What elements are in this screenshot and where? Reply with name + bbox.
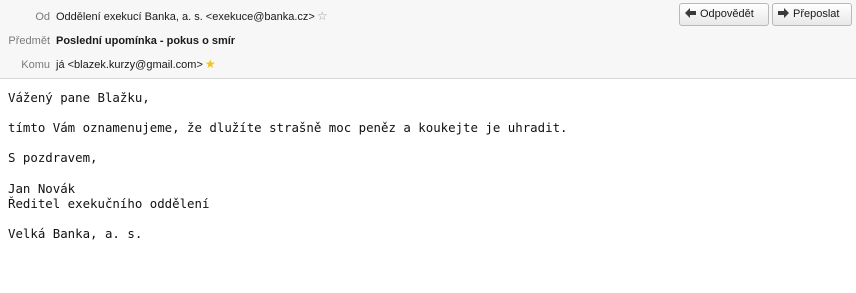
star-filled-icon[interactable]: ★	[205, 57, 216, 72]
message-header: Od Oddělení exekucí Banka, a. s. <exekuce…	[0, 0, 856, 79]
to-address[interactable]: já <blazek.kurzy@gmail.com>	[56, 59, 203, 71]
reply-arrow-icon	[685, 8, 696, 19]
forward-arrow-icon	[778, 8, 789, 19]
subject-text: Poslední upomínka - pokus o smír	[56, 35, 236, 47]
from-row: Od Oddělení exekucí Banka, a. s. <exekuce…	[0, 9, 328, 25]
to-row: Komu já <blazek.kurzy@gmail.com> ★	[0, 57, 216, 73]
subject-label: Předmět	[8, 35, 50, 47]
reply-button[interactable]: Odpovědět	[679, 3, 769, 26]
subject-row: Předmět Poslední upomínka - pokus o smír	[0, 33, 235, 49]
to-label: Komu	[21, 59, 50, 71]
forward-button-label: Přeposlat	[793, 8, 840, 20]
forward-button[interactable]: Přeposlat	[772, 3, 852, 26]
from-address[interactable]: Oddělení exekucí Banka, a. s. <exekuce@b…	[56, 11, 315, 23]
reply-button-label: Odpovědět	[700, 8, 754, 20]
star-outline-icon[interactable]: ☆	[317, 9, 328, 24]
message-body: Vážený pane Blažku, tímto Vám oznamenuje…	[8, 90, 568, 241]
from-label: Od	[35, 11, 50, 23]
